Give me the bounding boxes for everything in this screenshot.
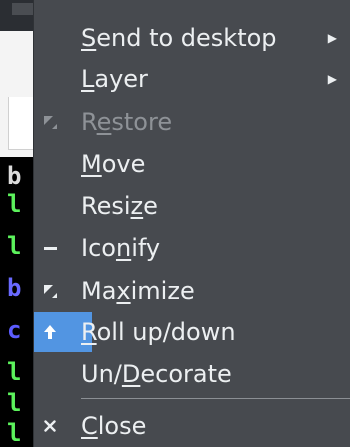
- terminal-line: b: [7, 274, 22, 302]
- menu-item-label: Resize: [81, 192, 158, 220]
- terminal-line: c: [7, 316, 22, 344]
- terminal-line: l: [7, 232, 22, 260]
- terminal-line: l: [7, 419, 22, 447]
- menu-item-send-to-desktop[interactable]: Send to desktop ▶: [34, 18, 350, 58]
- submenu-arrow-icon: ▶: [327, 72, 337, 86]
- menu-item-label: Iconify: [81, 234, 161, 262]
- terminal-line: l: [7, 389, 22, 417]
- menu-item-label: Send to desktop: [81, 24, 277, 52]
- menu-item-maximize[interactable]: Maximize: [34, 271, 350, 311]
- submenu-arrow-icon: ▶: [327, 31, 337, 45]
- menu-item-label: Layer: [81, 65, 148, 93]
- menu-item-label: Maximize: [81, 277, 195, 305]
- arrow-up-icon: [38, 312, 62, 352]
- restore-icon: [38, 102, 62, 142]
- terminal-line: l: [7, 190, 22, 218]
- menu-item-close[interactable]: Close: [34, 406, 350, 446]
- close-icon: [38, 406, 62, 446]
- terminal-line: b: [7, 162, 22, 190]
- menu-item-label: Move: [81, 150, 146, 178]
- menu-item-label: Un/Decorate: [81, 360, 232, 388]
- menu-item-move[interactable]: Move: [34, 144, 350, 184]
- iconify-icon: [38, 228, 62, 268]
- menu-item-un-decorate[interactable]: Un/Decorate: [34, 354, 350, 394]
- menu-item-iconify[interactable]: Iconify: [34, 228, 350, 268]
- menu-item-roll-up-down[interactable]: Roll up/down: [34, 312, 350, 352]
- menu-item-label: Roll up/down: [81, 318, 236, 346]
- menu-item-label: Restore: [81, 108, 173, 136]
- menu-item-resize[interactable]: Resize: [34, 186, 350, 226]
- menu-item-restore[interactable]: Restore: [34, 102, 350, 142]
- menu-item-layer[interactable]: Layer ▶: [34, 59, 350, 99]
- window-menu: Send to desktop ▶ Layer ▶ Restore Move R…: [33, 0, 350, 447]
- menu-item-label: Close: [81, 412, 147, 440]
- menu-separator: [81, 398, 350, 399]
- maximize-icon: [38, 271, 62, 311]
- terminal-line: l: [7, 358, 22, 386]
